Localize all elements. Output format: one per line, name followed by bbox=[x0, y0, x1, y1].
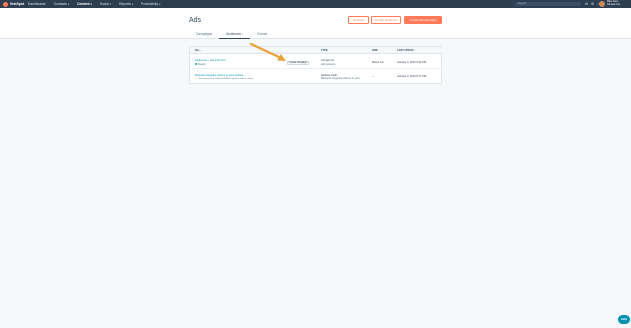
table-header: NA... TYPE SIZE LAST UPDAT... bbox=[190, 47, 442, 54]
chevron-down-icon: ▾ bbox=[159, 3, 161, 6]
hubspot-logo[interactable]: HubSpot bbox=[3, 1, 24, 7]
brand-name: HubSpot bbox=[10, 2, 25, 6]
chevron-down-icon: ▾ bbox=[67, 3, 70, 6]
account-menu[interactable]: Marc Curie hubspot.com bbox=[607, 1, 620, 7]
top-icons: ✉ ⚙ ♪ bbox=[585, 2, 599, 6]
chevron-down-icon: ▾ bbox=[109, 3, 112, 6]
chevron-down-icon: ▾ bbox=[131, 3, 134, 6]
search-input[interactable]: Search bbox=[515, 2, 581, 6]
audience-last-updated: January 3, 2019 8:17 PM bbox=[397, 75, 426, 78]
tab-count-badge: 1 bbox=[242, 33, 244, 36]
tab-bar: Campaigns Audiences1 Events bbox=[189, 31, 274, 39]
nav-item-productivity[interactable]: Productivity▾ bbox=[141, 2, 160, 6]
page-header: Ads Settings Create audience Create ad c… bbox=[0, 8, 631, 39]
page-title: Ads bbox=[189, 17, 202, 24]
tab-audiences[interactable]: Audiences1 bbox=[219, 31, 251, 39]
account-portal: hubspot.com bbox=[607, 3, 621, 6]
audience-type-sub: Business targeting visitors to your bbox=[321, 77, 360, 80]
audience-last-updated: January 3, 2019 9:44 PM bbox=[397, 60, 426, 64]
nav-item-dashboards[interactable]: Dashboards bbox=[28, 2, 46, 6]
table-row: Business targeting visitors to your webs… bbox=[190, 69, 442, 84]
column-header-size[interactable]: SIZE bbox=[372, 49, 378, 52]
warning-icon: ⚠ bbox=[195, 77, 198, 80]
audience-status: Ready bbox=[195, 63, 205, 66]
tab-campaigns[interactable]: Campaigns bbox=[189, 31, 219, 39]
gear-icon[interactable]: ⚙ bbox=[591, 2, 594, 6]
audience-type-sub: Ads network bbox=[321, 62, 336, 66]
column-header-last-updated[interactable]: LAST UPDAT... bbox=[397, 49, 415, 52]
column-header-type[interactable]: TYPE bbox=[321, 49, 328, 52]
nav-item-content[interactable]: Content▾ bbox=[77, 2, 92, 6]
sprocket-icon bbox=[3, 1, 8, 7]
nav-item-social[interactable]: Social▾ bbox=[100, 2, 111, 6]
audience-size: Below min bbox=[372, 60, 384, 64]
nav-item-reports[interactable]: Reports▾ bbox=[119, 2, 133, 6]
create-campaign-row-button[interactable]: Create campaign bbox=[287, 60, 309, 65]
column-header-name[interactable]: NA... bbox=[195, 49, 201, 52]
create-ad-campaign-button[interactable]: Create ad campaign bbox=[404, 16, 442, 24]
nav-item-contacts[interactable]: Contacts▾ bbox=[54, 2, 69, 6]
settings-button[interactable]: Settings bbox=[348, 16, 369, 24]
audience-size: — bbox=[372, 75, 375, 78]
main-nav: Dashboards Contacts▾ Content▾ Social▾ Re… bbox=[28, 1, 168, 7]
table-row: Audiences – test a fire test Ready Creat… bbox=[190, 54, 442, 69]
tab-events[interactable]: Events bbox=[250, 31, 274, 39]
audience-warning: ⚠You may need to add the HubSpot pixel t… bbox=[195, 77, 254, 80]
audiences-table: NA... TYPE SIZE LAST UPDAT... Audiences … bbox=[189, 46, 442, 84]
status-dot-icon bbox=[195, 62, 197, 65]
chevron-down-icon: ▾ bbox=[90, 3, 92, 6]
help-button[interactable]: Help bbox=[618, 315, 630, 324]
create-audience-button[interactable]: Create audience bbox=[371, 16, 401, 24]
annotation-arrow-icon bbox=[249, 42, 286, 61]
avatar[interactable] bbox=[599, 1, 605, 7]
top-navigation-bar: HubSpot Dashboards Contacts▾ Content▾ So… bbox=[0, 0, 631, 8]
chat-icon[interactable]: ✉ bbox=[585, 2, 588, 6]
